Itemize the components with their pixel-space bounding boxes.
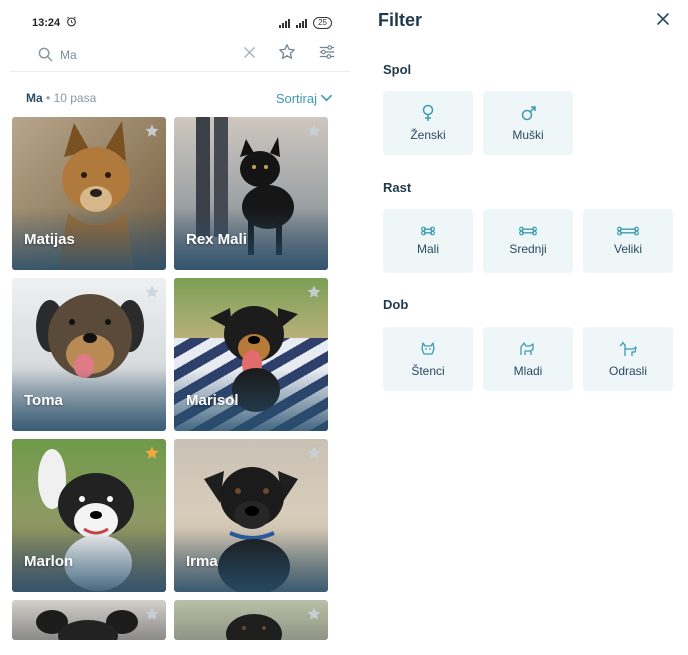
- male-icon: [521, 105, 536, 120]
- option-odrasli[interactable]: Odrasli: [583, 327, 673, 391]
- option-muski[interactable]: Muški: [483, 91, 573, 155]
- dog-name: Toma: [24, 392, 63, 409]
- star-outline-icon: [279, 44, 295, 59]
- dog-name: Marlon: [24, 553, 74, 570]
- chevron-down-icon: [321, 94, 332, 102]
- dog-card[interactable]: Marisol: [174, 278, 328, 431]
- star-icon[interactable]: [144, 123, 160, 139]
- close-filter-button[interactable]: [656, 12, 670, 26]
- adult-dog-icon: [619, 341, 637, 356]
- option-veliki[interactable]: Veliki: [583, 209, 673, 273]
- alarm-icon: [66, 16, 77, 30]
- status-time: 13:24: [32, 17, 61, 29]
- dog-card[interactable]: Irma: [174, 439, 328, 592]
- dog-card[interactable]: [12, 600, 166, 640]
- search-icon: [36, 46, 54, 64]
- option-srednji[interactable]: Srednji: [483, 209, 573, 273]
- young-dog-icon: [520, 342, 534, 355]
- battery-indicator: 25: [313, 17, 332, 29]
- dog-card[interactable]: Matijas: [12, 117, 166, 270]
- bone-large-icon: [617, 226, 639, 236]
- sort-button[interactable]: Sortiraj: [276, 91, 332, 106]
- star-icon[interactable]: [306, 123, 322, 139]
- search-bar: [10, 38, 350, 72]
- signal-icon: [279, 18, 291, 28]
- star-icon[interactable]: [144, 606, 160, 622]
- star-icon[interactable]: [306, 445, 322, 461]
- dog-photo: [36, 610, 138, 640]
- star-icon[interactable]: [306, 284, 322, 300]
- option-mladi[interactable]: Mladi: [483, 327, 573, 391]
- close-icon: [657, 13, 669, 25]
- bone-small-icon: [421, 226, 435, 236]
- close-icon: [244, 46, 255, 58]
- bone-medium-icon: [519, 226, 537, 236]
- dog-name: Matijas: [24, 231, 75, 248]
- star-icon[interactable]: [306, 606, 322, 622]
- status-bar: 13:24 25: [10, 8, 350, 38]
- dog-card[interactable]: Marlon: [12, 439, 166, 592]
- signal-4g-icon: [296, 18, 308, 28]
- section-title-rast: Rast: [383, 180, 412, 195]
- filter-title: Filter: [378, 10, 423, 30]
- option-zenski[interactable]: Ženski: [383, 91, 473, 155]
- puppy-icon: [421, 342, 435, 355]
- option-mali[interactable]: Mali: [383, 209, 473, 273]
- dog-name: Irma: [186, 553, 218, 570]
- dog-name: Marisol: [186, 392, 239, 409]
- star-icon[interactable]: [144, 284, 160, 300]
- search-input[interactable]: [60, 47, 230, 62]
- filter-panel: Filter Spol Ženski Muški Rast Mali Sredn…: [370, 0, 688, 655]
- section-title-spol: Spol: [383, 62, 412, 77]
- clear-search-button[interactable]: [243, 46, 256, 64]
- dog-photo: [226, 614, 282, 640]
- filter-settings-button[interactable]: [318, 43, 336, 66]
- dog-name: Rex Mali: [186, 231, 247, 248]
- dog-card[interactable]: [174, 600, 328, 640]
- favorites-button[interactable]: [278, 43, 296, 66]
- section-title-dob: Dob: [383, 297, 409, 312]
- result-count: Ma • 10 pasa: [26, 91, 97, 105]
- dog-card[interactable]: Toma: [12, 278, 166, 431]
- sliders-icon: [319, 45, 335, 59]
- female-icon: [422, 104, 434, 121]
- option-stenci[interactable]: Štenci: [383, 327, 473, 391]
- dog-card[interactable]: Rex Mali: [174, 117, 328, 270]
- star-filled-icon[interactable]: [144, 445, 160, 461]
